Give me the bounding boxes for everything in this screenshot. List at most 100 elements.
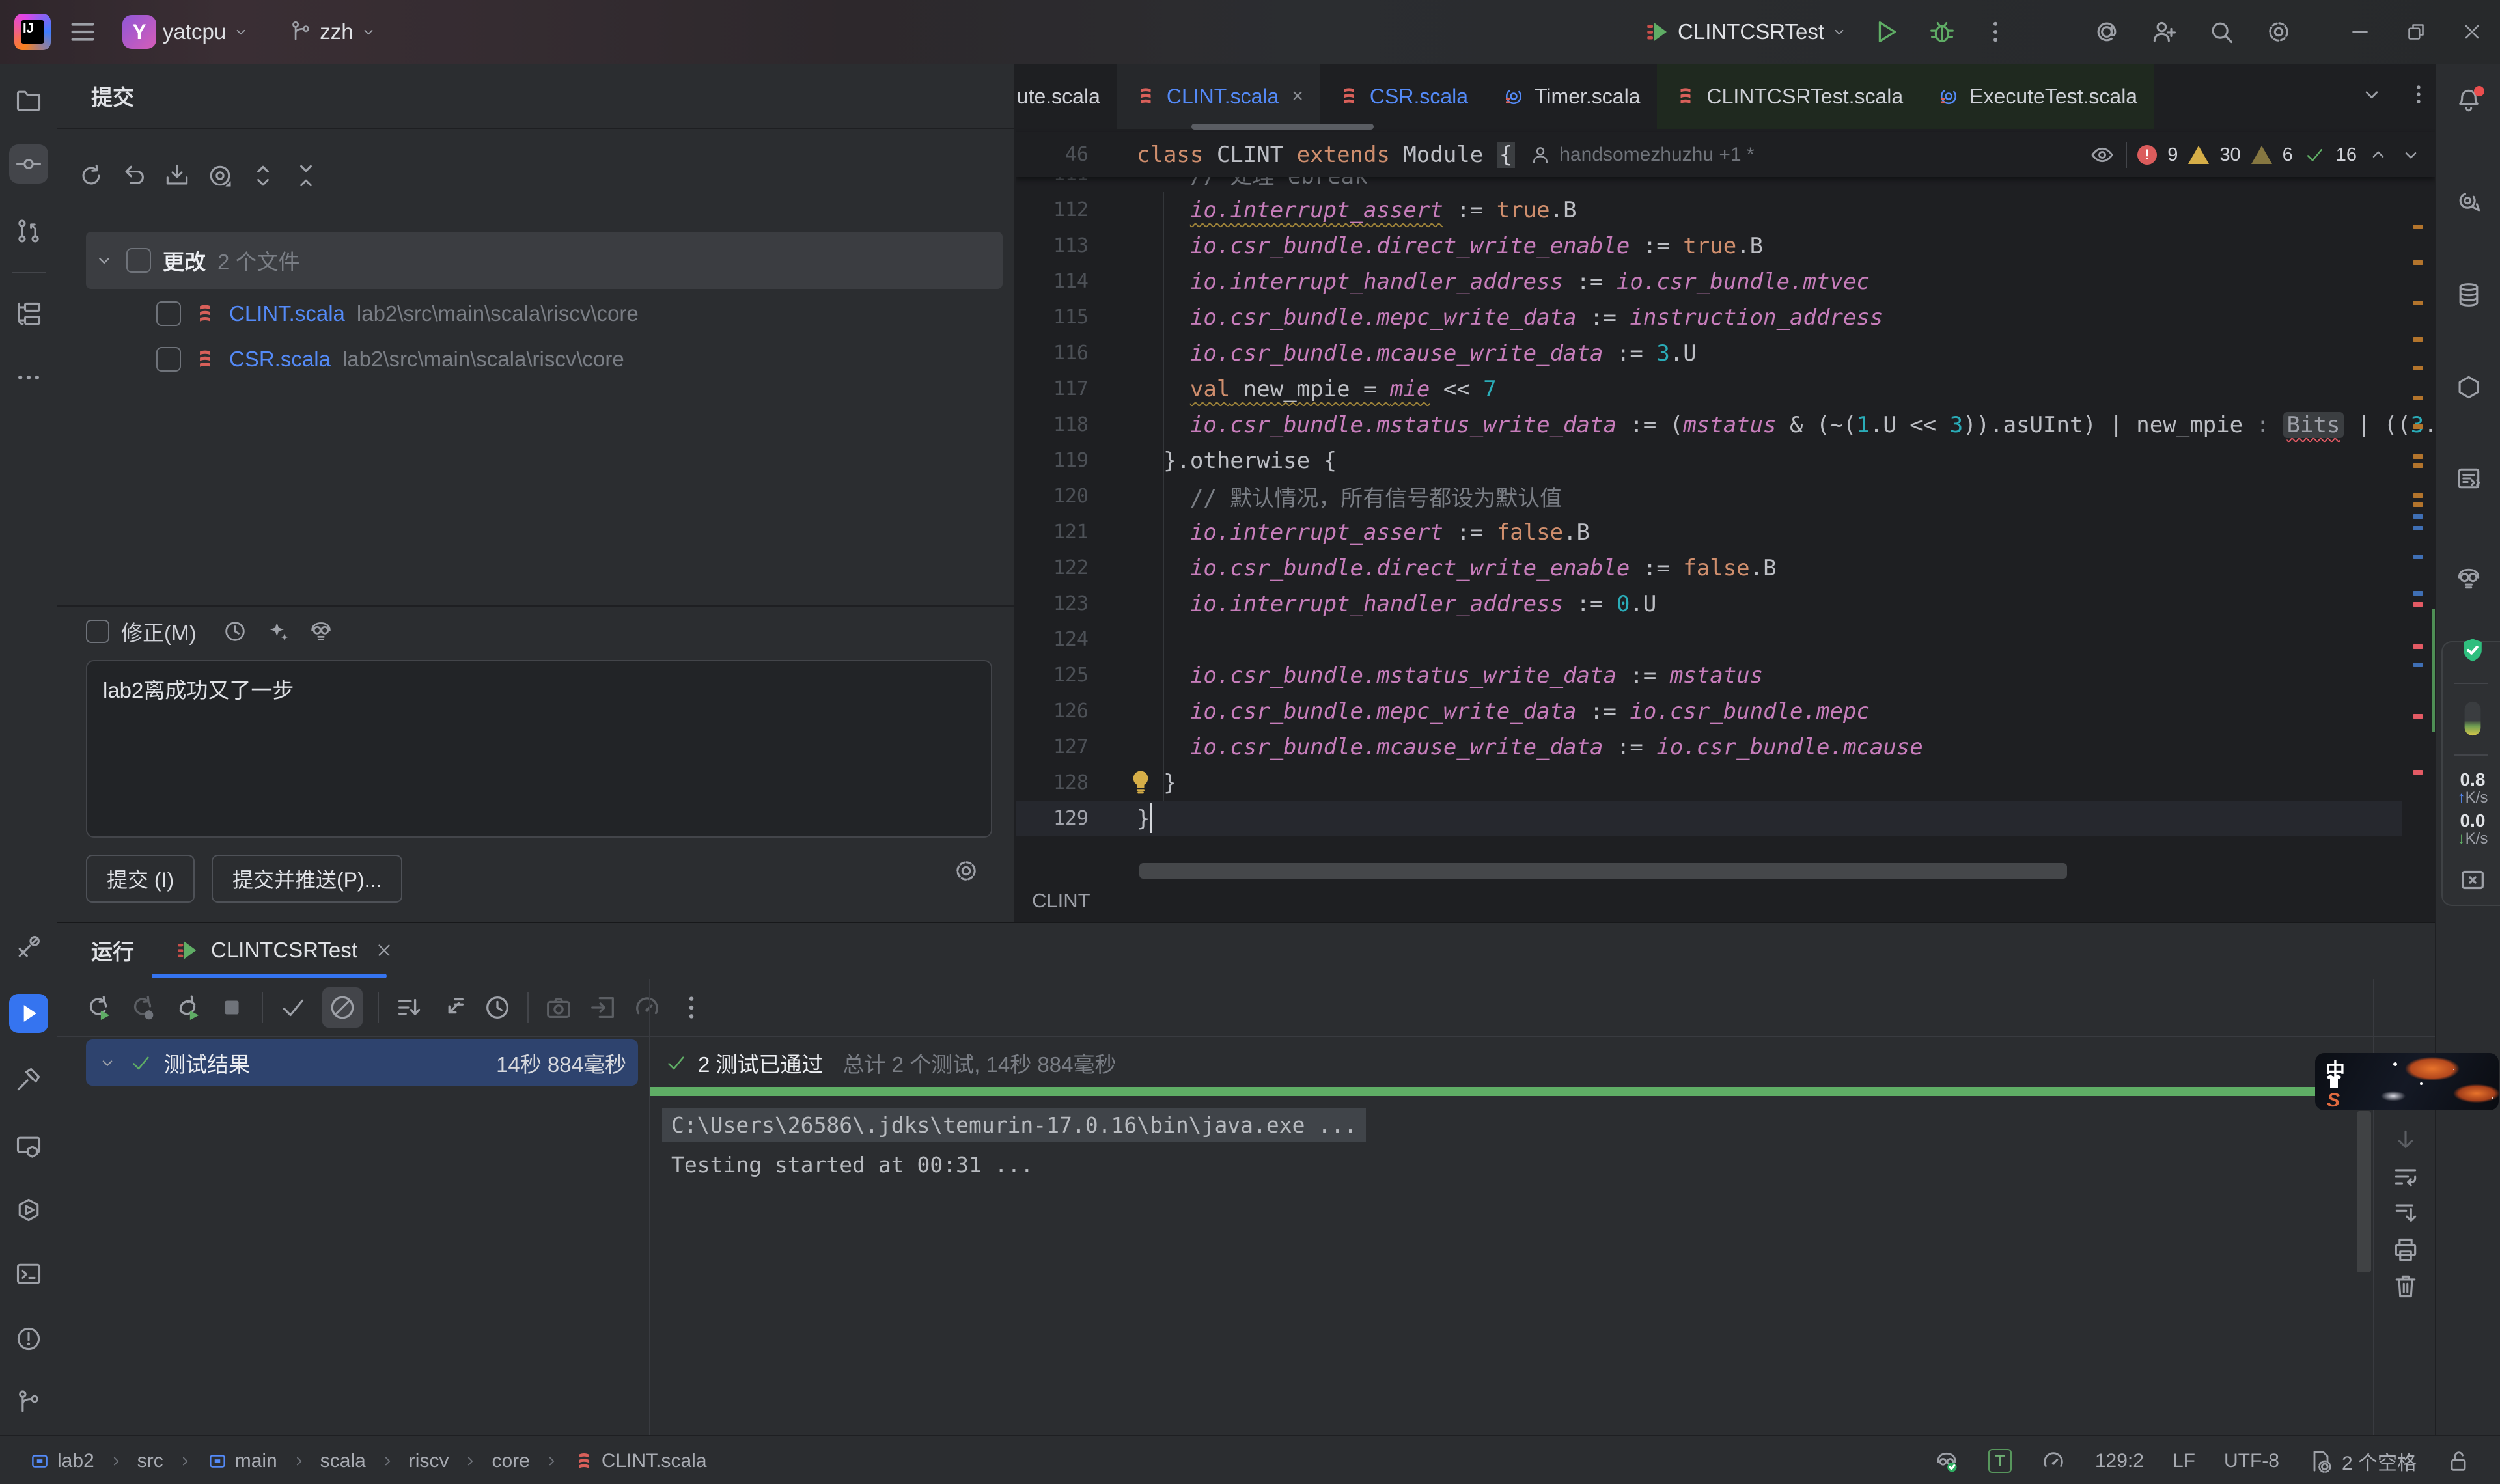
- collapse-all-icon[interactable]: [292, 161, 320, 190]
- more-run-options-icon[interactable]: [1982, 18, 2009, 46]
- stripe-mark[interactable]: [2413, 337, 2423, 342]
- commit-message-input[interactable]: lab2离成功又了一步: [86, 660, 992, 838]
- code-line-125[interactable]: 125 io.csr_bundle.mstatus_write_data := …: [1016, 657, 2435, 693]
- stripe-mark[interactable]: [2413, 225, 2423, 229]
- code-line-127[interactable]: 127 io.csr_bundle.mcause_write_data := i…: [1016, 729, 2435, 765]
- stripe-mark[interactable]: [2413, 663, 2423, 667]
- run-button[interactable]: [1871, 17, 1901, 47]
- code-line-122[interactable]: 122 io.csr_bundle.direct_write_enable :=…: [1016, 550, 2435, 586]
- line-number[interactable]: 117: [1016, 378, 1089, 400]
- code-line-112[interactable]: 112 io.interrupt_assert := true.B: [1016, 192, 2435, 228]
- readonly-toggle-icon[interactable]: [2445, 1448, 2471, 1474]
- line-number[interactable]: 123: [1016, 592, 1089, 615]
- ime-skin-icon[interactable]: [2323, 1071, 2345, 1091]
- breadcrumb-item[interactable]: scala: [320, 1450, 366, 1472]
- inspections-widget[interactable]: ! 9 30 6 16: [2089, 137, 2422, 173]
- amend-label[interactable]: 修正(M): [121, 616, 196, 647]
- shelve-icon[interactable]: [163, 161, 191, 190]
- code-line-113[interactable]: 113 io.csr_bundle.direct_write_enable :=…: [1016, 228, 2435, 264]
- line-number[interactable]: 125: [1016, 664, 1089, 687]
- database-tool-icon[interactable]: [2454, 281, 2483, 309]
- editor-tab-clintcsrtest-scala[interactable]: CLINTCSRTest.scala: [1657, 64, 1920, 129]
- breadcrumb-item[interactable]: main: [206, 1450, 277, 1472]
- prev-problem-icon[interactable]: [2367, 144, 2389, 166]
- more-tools-icon[interactable]: [14, 363, 43, 392]
- resource-gauge-icon[interactable]: [2451, 697, 2494, 740]
- memory-indicator-icon[interactable]: [2040, 1448, 2066, 1474]
- print-icon[interactable]: [2391, 1235, 2420, 1264]
- copilot-status-icon[interactable]: [1934, 1448, 1960, 1474]
- editor-tab-executetest-scala[interactable]: ExecuteTest.scala: [1920, 64, 2154, 129]
- main-menu-icon[interactable]: [68, 17, 98, 47]
- rerun-failed-icon[interactable]: [128, 993, 158, 1023]
- ai-chat-icon[interactable]: [2454, 188, 2483, 217]
- intellij-logo-icon[interactable]: IJ: [14, 14, 51, 50]
- amend-checkbox[interactable]: [86, 620, 109, 643]
- editor-breadcrumb[interactable]: CLINT: [1032, 885, 1090, 916]
- editor-tab-ecute-scala[interactable]: ecute.scala: [1016, 64, 1117, 129]
- line-number[interactable]: 120: [1016, 485, 1089, 508]
- line-number[interactable]: 113: [1016, 234, 1089, 257]
- terminal-tool-icon[interactable]: [14, 1259, 43, 1288]
- code-line-124[interactable]: 124: [1016, 622, 2435, 657]
- changes-row[interactable]: 更改 2 个文件: [86, 232, 1003, 289]
- code-line-128[interactable]: 128 }: [1016, 765, 2435, 801]
- expand-all-icon[interactable]: [249, 161, 277, 190]
- translation-plugin-badge[interactable]: T: [1988, 1449, 2012, 1473]
- line-number[interactable]: 119: [1016, 449, 1089, 472]
- sort-by-duration-icon[interactable]: [394, 993, 424, 1023]
- commit-button[interactable]: 提交 (I): [86, 855, 195, 903]
- changes-checkbox[interactable]: [126, 248, 151, 273]
- refresh-icon[interactable]: [77, 161, 105, 190]
- code-line-119[interactable]: 119 }.otherwise {: [1016, 443, 2435, 478]
- highlighting-eye-icon[interactable]: [2089, 142, 2115, 168]
- code-line-116[interactable]: 116 io.csr_bundle.mcause_write_data := 3…: [1016, 335, 2435, 371]
- more-options-icon[interactable]: [676, 993, 706, 1023]
- editor-tab-clint-scala[interactable]: CLINT.scala×: [1117, 64, 1320, 129]
- stripe-mark[interactable]: [2413, 602, 2423, 607]
- scroll-down-icon[interactable]: [2391, 1126, 2420, 1155]
- stripe-mark[interactable]: [2413, 454, 2423, 459]
- line-number[interactable]: 122: [1016, 556, 1089, 579]
- line-number[interactable]: 114: [1016, 270, 1089, 293]
- code-line-123[interactable]: 123 io.interrupt_handler_address := 0.U: [1016, 586, 2435, 622]
- run-dashboard-icon[interactable]: [14, 1196, 43, 1224]
- show-ignored-icon[interactable]: [322, 987, 363, 1028]
- coverage-icon[interactable]: [632, 993, 662, 1023]
- snapshot-icon[interactable]: [544, 993, 574, 1023]
- debug-button[interactable]: [1927, 17, 1957, 47]
- console-scrollbar-thumb[interactable]: [2357, 1111, 2371, 1272]
- editor-tab-timer-scala[interactable]: Timer.scala: [1485, 64, 1657, 129]
- commit-options-gear-icon[interactable]: [952, 857, 980, 885]
- line-number[interactable]: 124: [1016, 628, 1089, 651]
- inspection-shield-icon[interactable]: [2458, 635, 2488, 665]
- console-command-line[interactable]: C:\Users\26586\.jdks\temurin-17.0.16\bin…: [662, 1108, 1366, 1142]
- stop-icon[interactable]: [217, 993, 247, 1023]
- commit-history-icon[interactable]: [222, 618, 248, 644]
- close-tab-icon[interactable]: [374, 941, 394, 960]
- project-tool-icon[interactable]: [14, 86, 43, 115]
- tab-scrollbar-thumb[interactable]: [1191, 124, 1374, 130]
- line-number[interactable]: 127: [1016, 735, 1089, 758]
- stripe-mark[interactable]: [2413, 714, 2423, 719]
- file-checkbox[interactable]: [156, 301, 181, 326]
- rollback-icon[interactable]: [120, 161, 148, 190]
- ime-toolbar-widget[interactable]: 中 S: [2315, 1053, 2499, 1110]
- import-test-results-icon[interactable]: [438, 993, 468, 1023]
- code-line-117[interactable]: 117 val new_mpie = mie << 7: [1016, 371, 2435, 407]
- view-options-icon[interactable]: [206, 161, 234, 190]
- tab-list-chevron-icon[interactable]: [2359, 82, 2384, 107]
- line-ending[interactable]: LF: [2173, 1450, 2195, 1472]
- breadcrumb-item[interactable]: lab2: [29, 1450, 94, 1472]
- problems-tool-icon[interactable]: [14, 1325, 43, 1353]
- test-results-row[interactable]: 测试结果 14秒 884毫秒: [86, 1039, 638, 1086]
- close-button[interactable]: [2444, 0, 2500, 64]
- stripe-mark[interactable]: [2413, 591, 2423, 596]
- search-everywhere-icon[interactable]: [2207, 18, 2236, 46]
- stripe-mark[interactable]: [2413, 260, 2423, 265]
- line-number[interactable]: 121: [1016, 521, 1089, 543]
- next-problem-icon[interactable]: [2400, 144, 2422, 166]
- stripe-mark[interactable]: [2413, 424, 2423, 429]
- code-line-129[interactable]: 129}: [1016, 801, 2435, 836]
- changed-file-row[interactable]: CLINT.scalalab2\src\main\scala\riscv\cor…: [156, 293, 639, 335]
